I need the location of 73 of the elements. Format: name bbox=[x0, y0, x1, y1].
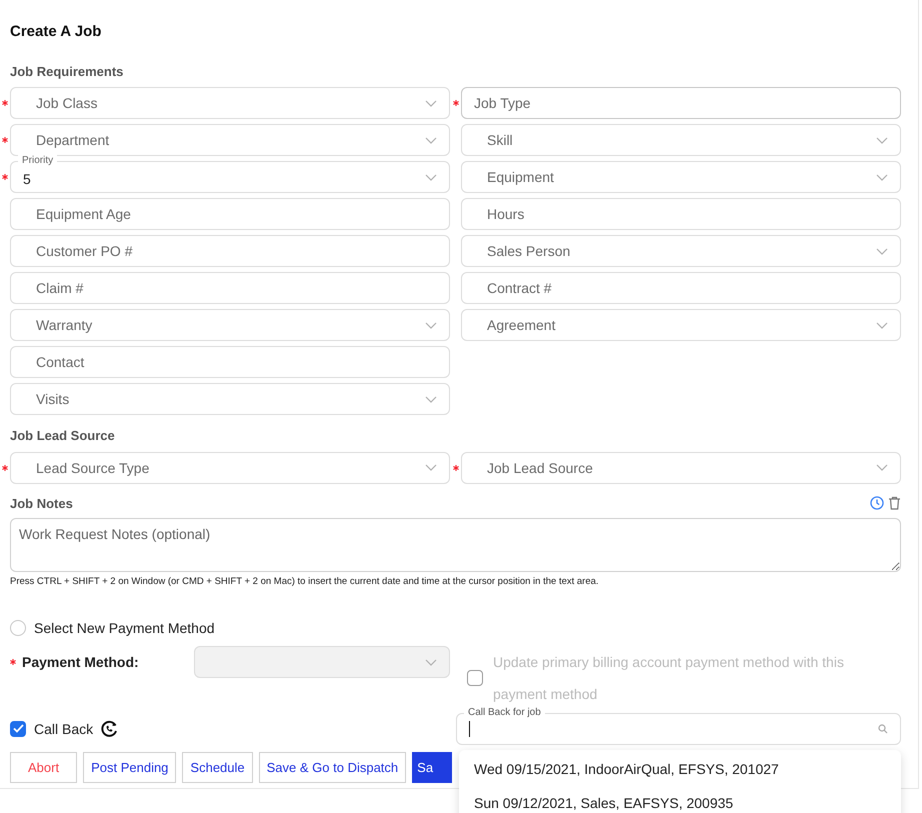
chevron-down-icon bbox=[425, 464, 437, 471]
section-heading: Job Notes bbox=[10, 494, 73, 512]
field-placeholder: Contract # bbox=[487, 279, 552, 298]
field-value: 5 bbox=[23, 170, 31, 189]
search-icon bbox=[878, 724, 888, 734]
field-placeholder: Customer PO # bbox=[36, 242, 132, 261]
field-placeholder: Job Class bbox=[36, 94, 98, 113]
input-field[interactable]: Claim # bbox=[10, 272, 450, 304]
field-placeholder: Lead Source Type bbox=[36, 458, 150, 478]
input-field[interactable]: Contact bbox=[10, 346, 450, 378]
chevron-down-icon bbox=[425, 396, 437, 402]
field-placeholder: Department bbox=[36, 131, 110, 150]
chevron-down-icon bbox=[425, 136, 437, 144]
field-placeholder: Job Type bbox=[474, 94, 531, 113]
phone-callback-icon[interactable] bbox=[101, 720, 118, 738]
select-field[interactable]: Department bbox=[10, 124, 450, 156]
select-field[interactable]: Skill bbox=[461, 124, 901, 156]
check-icon bbox=[12, 724, 24, 734]
field-placeholder: Claim # bbox=[36, 279, 84, 298]
chevron-down-icon bbox=[876, 322, 888, 328]
notes-textarea[interactable]: Work Request Notes (optional) bbox=[10, 518, 901, 572]
section-heading: Job Requirements bbox=[10, 62, 124, 81]
action-button[interactable]: Post Pending bbox=[83, 752, 176, 784]
action-button[interactable]: Sa bbox=[412, 752, 452, 784]
payment-method-label: Payment Method: bbox=[22, 653, 139, 672]
page-title: Create A Job bbox=[10, 22, 102, 42]
field-placeholder: Visits bbox=[36, 390, 70, 409]
select-field[interactable]: Visits bbox=[10, 383, 450, 415]
floating-label: Priority bbox=[18, 155, 58, 167]
chevron-down-icon bbox=[876, 248, 888, 254]
field-placeholder: Agreement bbox=[487, 316, 556, 335]
select-field[interactable]: Job Lead Source bbox=[461, 452, 901, 484]
trash-icon[interactable] bbox=[888, 496, 901, 510]
action-button[interactable]: Schedule bbox=[182, 752, 253, 784]
checkbox-label: Update primary billing account payment method with this payment method bbox=[493, 653, 845, 704]
clock-icon[interactable] bbox=[870, 496, 884, 510]
select-field[interactable]: Equipment bbox=[461, 161, 901, 193]
field-placeholder: Contact bbox=[36, 353, 84, 372]
action-button[interactable]: Save & Go to Dispatch bbox=[258, 752, 406, 784]
radio-label: Select New Payment Method bbox=[34, 619, 215, 638]
chevron-down-icon bbox=[425, 322, 437, 328]
floating-label: Call Back for job bbox=[464, 707, 545, 720]
chevron-down-icon bbox=[876, 174, 888, 180]
chevron-down-icon bbox=[876, 136, 888, 144]
input-field[interactable]: Contract # bbox=[461, 272, 901, 304]
field-placeholder: Equipment Age bbox=[36, 205, 131, 224]
chevron-down-icon bbox=[425, 658, 437, 666]
field-placeholder: Sales Person bbox=[487, 242, 570, 261]
select-field[interactable]: Agreement bbox=[461, 309, 901, 341]
select-field[interactable]: Lead Source Type bbox=[10, 452, 450, 484]
checkbox[interactable] bbox=[10, 720, 26, 737]
field-placeholder: Skill bbox=[487, 131, 513, 150]
select-field[interactable]: Sales Person bbox=[461, 235, 901, 267]
dropdown-option[interactable]: Wed 09/15/2021, IndoorAirQual, EFSYS, 201027 bbox=[459, 752, 901, 786]
hint-text: Press CTRL + SHIFT + 2 on Window (or CMD + SHIFT + 2 on Mac) to insert the current date and time at the cursor position in the text area. bbox=[10, 575, 600, 589]
dropdown-option[interactable]: Sun 09/12/2021, Sales, EAFSYS, 200935 bbox=[459, 786, 901, 813]
input-field[interactable]: Equipment Age bbox=[10, 198, 450, 230]
field-placeholder: Warranty bbox=[36, 316, 92, 335]
field-placeholder: Hours bbox=[487, 205, 524, 224]
chevron-down-icon bbox=[425, 100, 437, 106]
input-field[interactable]: Customer PO # bbox=[10, 235, 450, 267]
checkbox-label: Call Back bbox=[34, 720, 94, 739]
action-button[interactable]: Abort bbox=[10, 752, 78, 784]
input-field[interactable]: Hours bbox=[461, 198, 901, 230]
chevron-down-icon bbox=[876, 464, 888, 471]
field-placeholder: Equipment bbox=[487, 168, 554, 187]
select-field[interactable]: Warranty bbox=[10, 309, 450, 341]
input-field[interactable]: Job Type bbox=[461, 87, 901, 119]
select-field[interactable]: Job Class bbox=[10, 87, 450, 119]
section-heading: Job Lead Source bbox=[10, 427, 116, 445]
field-placeholder: Job Lead Source bbox=[487, 458, 593, 478]
radio-button[interactable] bbox=[10, 620, 26, 636]
chevron-down-icon bbox=[425, 174, 437, 180]
